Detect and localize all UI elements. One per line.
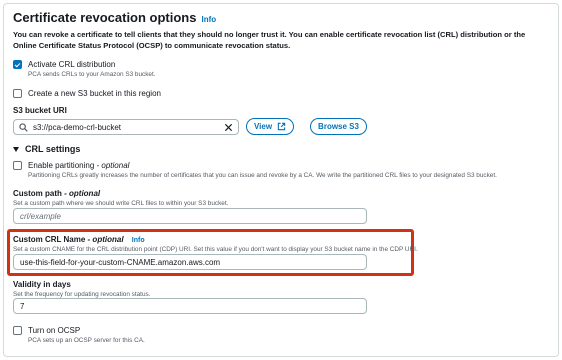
info-link[interactable]: Info	[201, 15, 216, 24]
new-bucket-checkbox[interactable]	[13, 89, 22, 98]
validity-input[interactable]: 7	[13, 298, 367, 314]
partitioning-option[interactable]: Enable partitioning - optional Partition…	[13, 160, 497, 180]
ocsp-checkbox[interactable]	[13, 326, 22, 335]
section-description: You can revoke a certificate to tell cli…	[13, 30, 526, 50]
browse-s3-button[interactable]: Browse S3	[310, 118, 367, 135]
ocsp-label: Turn on OCSP	[28, 326, 81, 335]
external-link-icon	[277, 122, 286, 131]
custom-crl-name-desc: Set a custom CNAME for the CRL distribut…	[13, 246, 418, 253]
partitioning-label: Enable partitioning - optional	[28, 161, 130, 170]
s3-uri-input[interactable]: s3://pca-demo-crl-bucket	[13, 119, 239, 135]
section-title: Certificate revocation options	[13, 10, 197, 25]
ocsp-sub: PCA sets up an OCSP server for this CA.	[28, 337, 145, 344]
custom-path-label: Custom path - optional	[13, 189, 101, 198]
crl-distribution-sub: PCA sends CRLs to your Amazon S3 bucket.	[28, 71, 156, 78]
crl-distribution-checkbox[interactable]	[13, 60, 22, 69]
new-bucket-option[interactable]: Create a new S3 bucket in this region	[13, 88, 161, 99]
crl-settings-toggle[interactable]: CRL settings	[13, 144, 80, 154]
clear-icon[interactable]	[224, 123, 233, 132]
view-button-label: View	[253, 122, 273, 131]
new-bucket-label: Create a new S3 bucket in this region	[28, 89, 161, 98]
s3-uri-value: s3://pca-demo-crl-bucket	[33, 122, 122, 132]
validity-label: Validity in days	[13, 280, 71, 289]
crl-distribution-option[interactable]: Activate CRL distribution PCA sends CRLs…	[13, 59, 156, 79]
custom-crl-name-input[interactable]: use-this-field-for-your-custom-CNAME.ama…	[13, 254, 367, 270]
s3-uri-label: S3 bucket URI	[13, 106, 67, 115]
custom-path-input[interactable]: crl/example	[13, 208, 367, 224]
view-button[interactable]: View	[246, 118, 294, 135]
partitioning-sub: Partitioning CRLs greatly increases the …	[28, 172, 497, 179]
crl-settings-title: CRL settings	[25, 144, 81, 154]
crl-distribution-label: Activate CRL distribution	[28, 60, 116, 69]
section-header: Certificate revocation options Info	[13, 10, 216, 25]
ocsp-option[interactable]: Turn on OCSP PCA sets up an OCSP server …	[13, 325, 145, 345]
partitioning-checkbox[interactable]	[13, 161, 22, 170]
caret-down-icon	[13, 146, 19, 152]
custom-crl-name-label: Custom CRL Name - optional Info	[13, 235, 145, 244]
custom-crl-name-info-link[interactable]: Info	[132, 237, 145, 244]
search-icon	[19, 122, 28, 132]
custom-path-desc: Set a custom path where we should write …	[13, 200, 229, 207]
